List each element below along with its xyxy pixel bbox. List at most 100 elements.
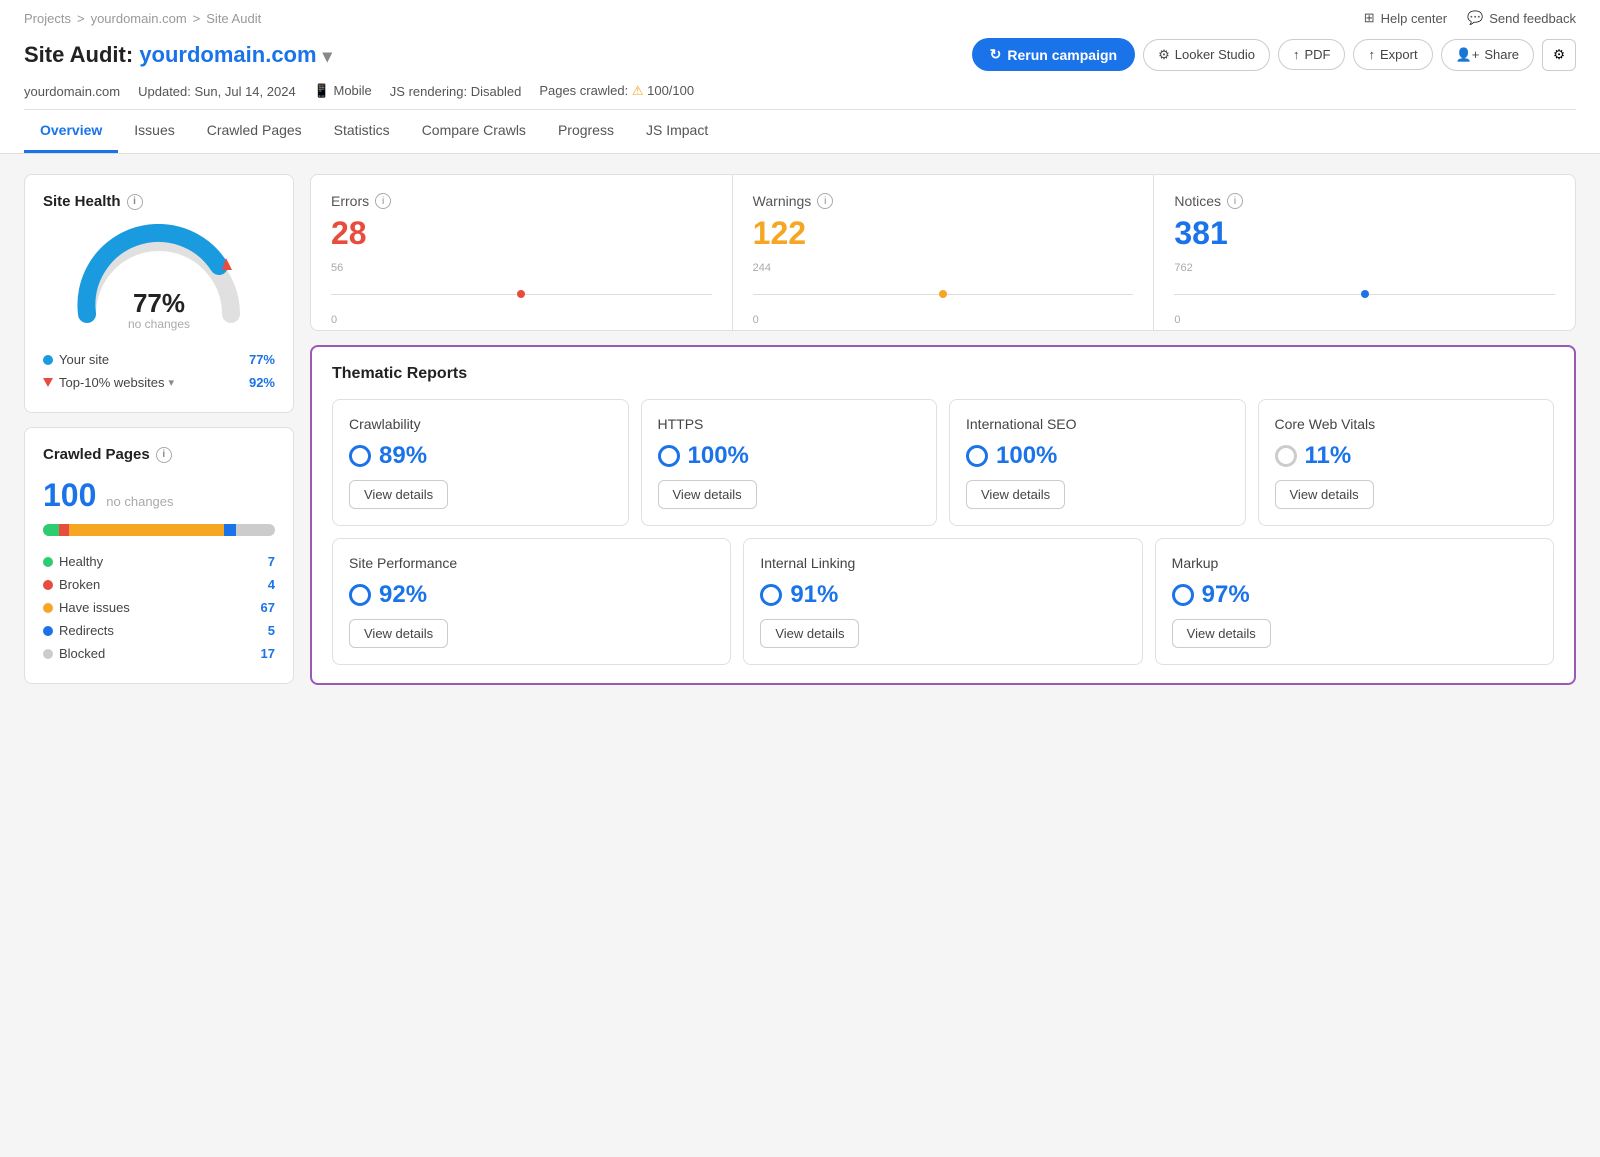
breadcrumb-domain[interactable]: yourdomain.com <box>91 11 187 26</box>
tab-issues[interactable]: Issues <box>118 110 190 153</box>
export-label: Export <box>1380 47 1418 62</box>
share-icon: 👤+ <box>1456 47 1480 63</box>
meta-pages-crawled: Pages crawled: ⚠ 100/100 <box>539 83 694 99</box>
send-feedback-button[interactable]: 💬 Send feedback <box>1467 10 1576 26</box>
errors-value: 28 <box>331 215 712 252</box>
crawlability-view-details-button[interactable]: View details <box>349 480 448 509</box>
international-seo-ring-icon <box>966 445 988 467</box>
metric-notices: Notices i 381 762 0 <box>1154 175 1575 330</box>
https-view-details-button[interactable]: View details <box>658 480 757 509</box>
crawled-pages-card: Crawled Pages i 100 no changes Healthy 7 <box>24 427 294 684</box>
svg-text:no changes: no changes <box>128 317 190 331</box>
export-icon: ↑ <box>1368 47 1375 62</box>
thematic-https: HTTPS 100% View details <box>641 399 938 526</box>
core-web-vitals-view-details-button[interactable]: View details <box>1275 480 1374 509</box>
share-label: Share <box>1484 47 1519 62</box>
rerun-label: Rerun campaign <box>1007 47 1117 63</box>
warning-icon: ⚠ <box>632 83 647 98</box>
errors-info-icon[interactable]: i <box>375 193 391 209</box>
thematic-site-performance: Site Performance 92% View details <box>332 538 731 665</box>
header-buttons: ↻ Rerun campaign ⚙ Looker Studio ↑ PDF ↑… <box>972 38 1576 71</box>
meta-js-rendering: JS rendering: Disabled <box>390 84 522 99</box>
warnings-label: Warnings i <box>753 193 1134 209</box>
feedback-icon: 💬 <box>1467 10 1483 26</box>
breadcrumb-projects[interactable]: Projects <box>24 11 71 26</box>
markup-view-details-button[interactable]: View details <box>1172 619 1271 648</box>
breadcrumb-sep2: > <box>193 11 201 26</box>
thematic-crawlability: Crawlability 89% View details <box>332 399 629 526</box>
thematic-reports-card: Thematic Reports Crawlability 89% View d… <box>310 345 1576 685</box>
page-title: Site Audit: yourdomain.com ▾ <box>24 42 332 68</box>
site-performance-view-details-button[interactable]: View details <box>349 619 448 648</box>
crawled-pages-count: 100 no changes <box>43 477 275 514</box>
thematic-internal-linking: Internal Linking 91% View details <box>743 538 1142 665</box>
notices-value: 381 <box>1174 215 1555 252</box>
your-site-label: Your site <box>59 352 109 367</box>
gauge-chart: 77% no changes <box>69 224 249 334</box>
notices-info-icon[interactable]: i <box>1227 193 1243 209</box>
svg-text:77%: 77% <box>133 288 185 318</box>
warnings-value: 122 <box>753 215 1134 252</box>
gauge-container: 77% no changes <box>43 224 275 334</box>
bar-issues <box>69 524 224 536</box>
metrics-row: Errors i 28 56 0 Warnings i <box>310 174 1576 331</box>
left-panel: Site Health i 77% no changes <box>24 174 294 685</box>
bar-blocked <box>236 524 275 536</box>
internal-linking-view-details-button[interactable]: View details <box>760 619 859 648</box>
broken-dot <box>43 580 53 590</box>
domain-link[interactable]: yourdomain.com <box>139 42 316 67</box>
site-health-card: Site Health i 77% no changes <box>24 174 294 413</box>
your-site-dot <box>43 355 53 365</box>
top10-triangle-icon <box>43 378 53 387</box>
tab-statistics[interactable]: Statistics <box>318 110 406 153</box>
legend-redirects: Redirects 5 <box>43 619 275 642</box>
warnings-info-icon[interactable]: i <box>817 193 833 209</box>
share-button[interactable]: 👤+ Share <box>1441 39 1534 71</box>
bar-broken <box>59 524 68 536</box>
your-site-row: Your site 77% <box>43 348 275 371</box>
breadcrumb: Projects > yourdomain.com > Site Audit <box>24 11 261 26</box>
send-feedback-label: Send feedback <box>1489 11 1576 26</box>
errors-chart: 56 0 <box>331 262 712 312</box>
site-performance-ring-icon <box>349 584 371 606</box>
tab-js-impact[interactable]: JS Impact <box>630 110 724 153</box>
crawlability-ring-icon <box>349 445 371 467</box>
your-site-value: 77% <box>249 352 275 367</box>
thematic-grid-row1: Crawlability 89% View details HTTPS 100%… <box>332 399 1554 526</box>
thematic-international-seo: International SEO 100% View details <box>949 399 1246 526</box>
settings-button[interactable]: ⚙ <box>1542 39 1576 71</box>
errors-label: Errors i <box>331 193 712 209</box>
legend-blocked: Blocked 17 <box>43 642 275 665</box>
right-panel: Errors i 28 56 0 Warnings i <box>310 174 1576 685</box>
tab-compare-crawls[interactable]: Compare Crawls <box>406 110 542 153</box>
blocked-dot <box>43 649 53 659</box>
meta-row: yourdomain.com Updated: Sun, Jul 14, 202… <box>24 79 1576 109</box>
pdf-button[interactable]: ↑ PDF <box>1278 39 1346 70</box>
legend-broken: Broken 4 <box>43 573 275 596</box>
notices-chart: 762 0 <box>1174 262 1555 312</box>
notices-label: Notices i <box>1174 193 1555 209</box>
site-health-info-icon[interactable]: i <box>127 194 143 210</box>
metric-warnings: Warnings i 122 244 0 <box>733 175 1155 330</box>
thematic-reports-title: Thematic Reports <box>332 365 1554 383</box>
thematic-grid-row2: Site Performance 92% View details Intern… <box>332 538 1554 665</box>
gear-icon: ⚙ <box>1553 47 1565 63</box>
site-audit-label: Site Audit: <box>24 42 133 67</box>
top10-chevron-icon[interactable]: ▾ <box>169 376 175 389</box>
export-button[interactable]: ↑ Export <box>1353 39 1432 70</box>
meta-domain: yourdomain.com <box>24 84 120 99</box>
looker-studio-button[interactable]: ⚙ Looker Studio <box>1143 39 1270 71</box>
international-seo-view-details-button[interactable]: View details <box>966 480 1065 509</box>
tab-overview[interactable]: Overview <box>24 110 118 153</box>
crawled-pages-bar <box>43 524 275 536</box>
domain-chevron[interactable]: ▾ <box>323 46 332 66</box>
help-icon: ⊞ <box>1364 10 1375 26</box>
legend-healthy: Healthy 7 <box>43 550 275 573</box>
tab-crawled-pages[interactable]: Crawled Pages <box>191 110 318 153</box>
site-health-title: Site Health i <box>43 193 275 210</box>
help-center-button[interactable]: ⊞ Help center <box>1364 10 1447 26</box>
tab-progress[interactable]: Progress <box>542 110 630 153</box>
crawled-pages-info-icon[interactable]: i <box>156 447 172 463</box>
rerun-campaign-button[interactable]: ↻ Rerun campaign <box>972 38 1135 71</box>
metric-errors: Errors i 28 56 0 <box>311 175 733 330</box>
